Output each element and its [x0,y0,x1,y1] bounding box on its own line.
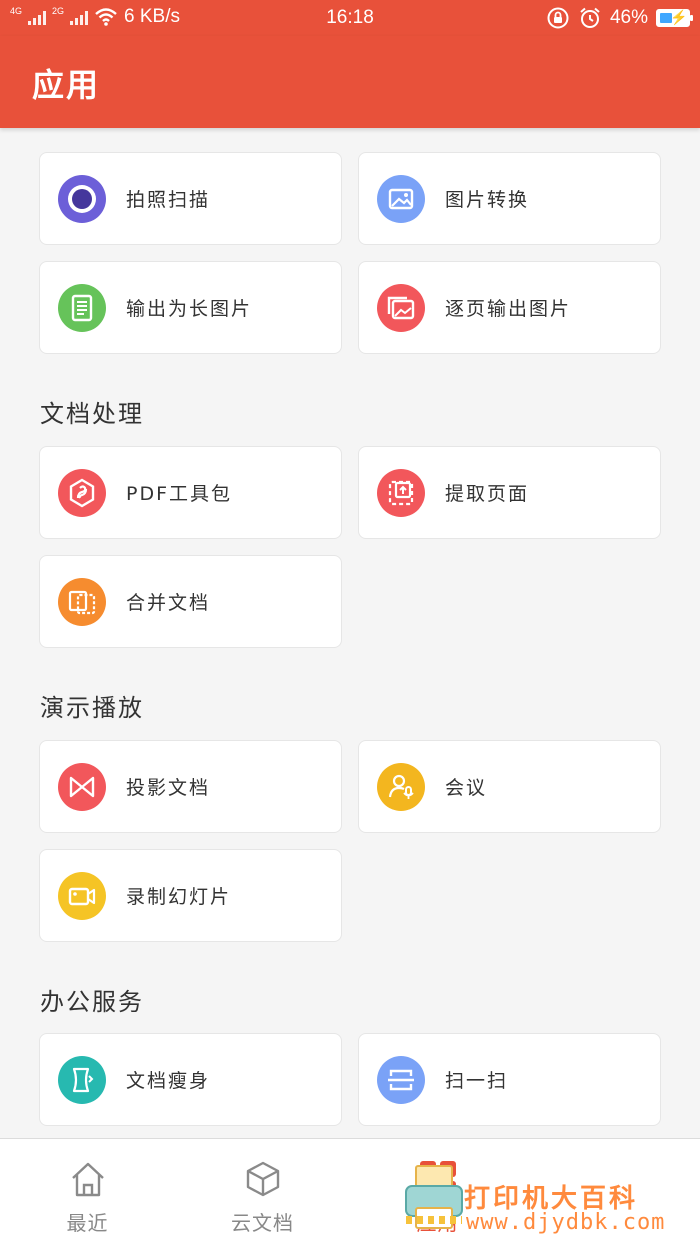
app-card-extract-page[interactable]: 提取页面 [358,446,661,539]
app-card-slim-document[interactable]: 文档瘦身 [39,1033,342,1126]
app-card-projection[interactable]: 投影文档 [39,740,342,833]
tab-label: 最近 [66,1211,109,1235]
app-card-image-convert[interactable]: 图片转换 [358,152,661,245]
watermark-url: www.djydbk.com [466,1210,666,1235]
app-card-label: 扫一扫 [445,1070,509,1092]
app-bar: 应用 [0,36,700,128]
status-bar: 4G 2G 6 KB/s 16:18 46% ⚡ [0,0,700,36]
app-card-meeting[interactable]: 会议 [358,740,661,833]
qr-scan-icon [377,1055,425,1104]
app-card-page-images[interactable]: 逐页输出图片 [358,261,661,354]
apps-content[interactable]: 拍照扫描 图片转换 输出为长图片 逐页输出图片 文档处理 PDF工具包 提取页面… [0,128,700,1138]
section-title-doc-processing: 文档处理 [40,400,144,428]
tab-recent[interactable]: 最近 [0,1139,175,1244]
rotation-lock-icon [547,7,569,29]
pdf-toolkit-icon [58,468,106,517]
app-card-label: 文档瘦身 [126,1070,211,1092]
app-card-pdf-toolkit[interactable]: PDF工具包 [39,446,342,539]
app-card-qr-scan[interactable]: 扫一扫 [358,1033,661,1126]
section-title-office: 办公服务 [40,988,144,1016]
status-right: 46% ⚡ [546,6,693,30]
app-card-label: 图片转换 [445,189,530,211]
app-card-photo-scan[interactable]: 拍照扫描 [39,152,342,245]
app-card-label: 会议 [445,777,488,799]
page-title: 应用 [32,66,101,104]
record-video-icon [58,871,106,920]
app-card-label: 拍照扫描 [126,189,211,211]
app-card-long-image[interactable]: 输出为长图片 [39,261,342,354]
alarm-icon [580,7,600,28]
projection-icon [58,762,106,811]
home-icon [71,1162,104,1197]
section-title-presentation: 演示播放 [40,694,144,722]
meeting-icon [377,762,425,811]
app-card-label: PDF工具包 [126,483,233,505]
app-card-record-slides[interactable]: 录制幻灯片 [39,849,342,942]
pages-image-icon [377,283,425,332]
app-card-merge-document[interactable]: 合并文档 [39,555,342,648]
watermark: 打印机大百科 www.djydbk.com [394,1152,694,1242]
battery-icon: ⚡ [656,9,693,27]
app-card-label: 提取页面 [445,483,530,505]
printer-icon [405,1165,463,1229]
long-image-icon [58,283,106,332]
cube-icon [246,1161,279,1197]
app-card-label: 输出为长图片 [126,298,253,320]
charging-bolt-icon: ⚡ [670,9,688,25]
app-card-label: 录制幻灯片 [126,886,232,908]
merge-document-icon [58,577,106,626]
camera-scan-icon [58,174,106,223]
app-card-label: 投影文档 [126,777,211,799]
app-card-label: 逐页输出图片 [445,298,572,320]
tab-label: 云文档 [231,1211,294,1235]
battery-percent: 46% [609,7,648,28]
app-card-label: 合并文档 [126,592,211,614]
slim-document-icon [58,1055,106,1104]
tab-cloud-docs[interactable]: 云文档 [175,1139,350,1244]
extract-page-icon [377,468,425,517]
image-icon [377,174,425,223]
